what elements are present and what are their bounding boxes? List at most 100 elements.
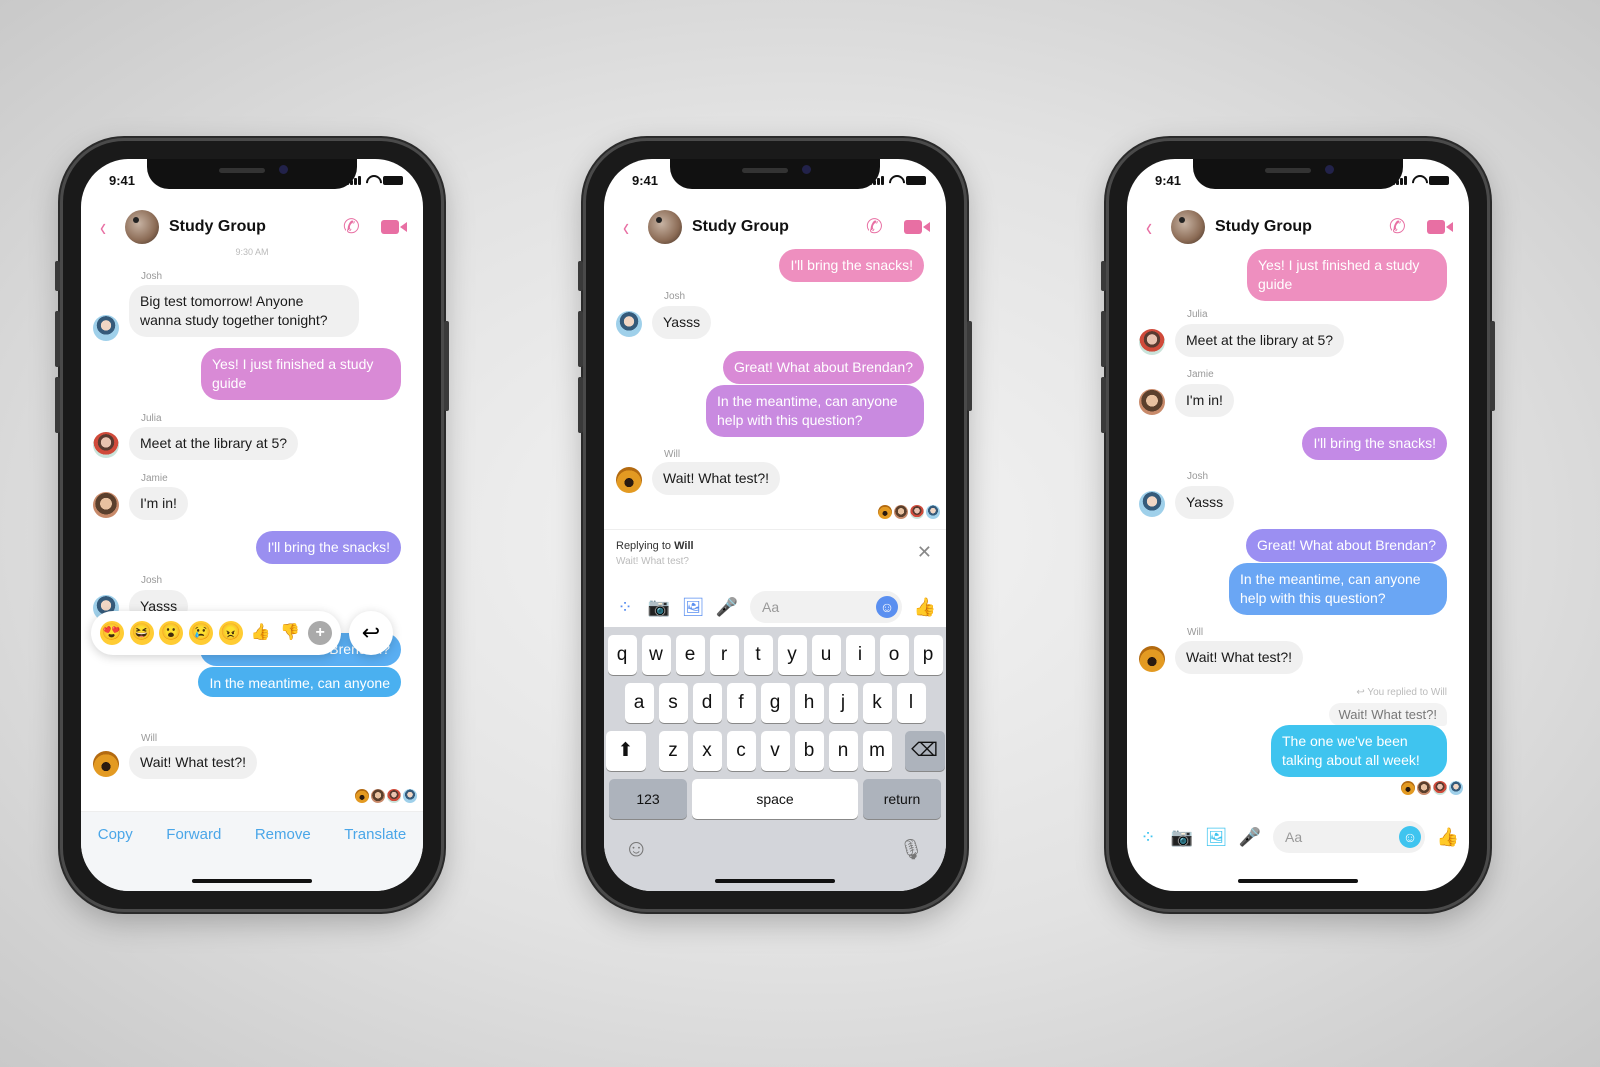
return-key[interactable]: return bbox=[863, 779, 941, 819]
key-r[interactable]: r bbox=[709, 635, 739, 675]
message-bubble[interactable]: Great! What about Brendan? bbox=[723, 351, 924, 384]
key-t[interactable]: t bbox=[743, 635, 773, 675]
chat-title[interactable]: Study Group bbox=[169, 218, 343, 236]
avatar-jamie[interactable] bbox=[93, 492, 119, 518]
avatar-josh[interactable] bbox=[93, 315, 119, 341]
key-f[interactable]: f bbox=[726, 683, 756, 723]
message-bubble[interactable]: I'll bring the snacks! bbox=[256, 531, 401, 564]
key-x[interactable]: x bbox=[692, 731, 722, 771]
group-avatar[interactable] bbox=[1171, 210, 1205, 244]
mic-icon[interactable]: 🎤 bbox=[716, 597, 738, 617]
key-e[interactable]: e bbox=[675, 635, 705, 675]
key-v[interactable]: v bbox=[760, 731, 790, 771]
reply-bubble[interactable]: The one we've been talking about all wee… bbox=[1271, 725, 1447, 777]
phone-call-icon[interactable]: ✆ bbox=[343, 216, 365, 238]
key-g[interactable]: g bbox=[760, 683, 790, 723]
message-bubble[interactable]: I'll bring the snacks! bbox=[779, 249, 924, 282]
key-h[interactable]: h bbox=[794, 683, 824, 723]
thumbs-up-icon[interactable]: 👍 bbox=[1437, 827, 1459, 847]
home-indicator[interactable] bbox=[715, 879, 835, 883]
laugh-reaction[interactable]: 😆 bbox=[129, 621, 154, 645]
apps-icon[interactable]: ⁘ bbox=[1137, 827, 1159, 847]
shift-key[interactable]: ⬆ bbox=[605, 731, 646, 771]
video-call-icon[interactable] bbox=[904, 220, 930, 234]
close-icon[interactable]: ✕ bbox=[917, 542, 932, 563]
message-bubble[interactable]: Yes! I just finished a study guide bbox=[201, 348, 401, 400]
avatar-will[interactable] bbox=[616, 467, 642, 493]
message-bubble[interactable]: Yes! I just finished a study guide bbox=[1247, 249, 1447, 301]
chat-title[interactable]: Study Group bbox=[1215, 218, 1389, 236]
message-bubble[interactable]: Meet at the library at 5? bbox=[129, 427, 299, 460]
key-w[interactable]: w bbox=[641, 635, 671, 675]
message-bubble[interactable]: Meet at the library at 5? bbox=[1175, 324, 1345, 357]
message-bubble[interactable]: I'm in! bbox=[129, 487, 188, 520]
group-avatar[interactable] bbox=[648, 210, 682, 244]
phone-call-icon[interactable]: ✆ bbox=[866, 216, 888, 238]
message-bubble[interactable]: Yasss bbox=[1175, 486, 1235, 519]
avatar-will[interactable] bbox=[93, 751, 119, 777]
message-bubble[interactable]: Great! What about Brendan? bbox=[1246, 529, 1447, 562]
message-bubble[interactable]: Big test tomorrow! Anyone wanna study to… bbox=[129, 285, 359, 337]
message-bubble[interactable]: Yasss bbox=[652, 306, 712, 339]
key-i[interactable]: i bbox=[845, 635, 875, 675]
message-bubble[interactable]: In the meantime, can anyone bbox=[198, 667, 401, 697]
back-button[interactable]: ‹ bbox=[100, 212, 114, 243]
key-m[interactable]: m bbox=[862, 731, 892, 771]
key-b[interactable]: b bbox=[794, 731, 824, 771]
avatar-josh[interactable] bbox=[1139, 491, 1165, 517]
more-reactions-button[interactable]: + bbox=[308, 621, 333, 645]
message-bubble[interactable]: In the meantime, can anyone help with th… bbox=[706, 385, 924, 437]
avatar-will[interactable] bbox=[1139, 646, 1165, 672]
home-indicator[interactable] bbox=[192, 879, 312, 883]
home-indicator[interactable] bbox=[1238, 879, 1358, 883]
phone-call-icon[interactable]: ✆ bbox=[1389, 216, 1411, 238]
key-l[interactable]: l bbox=[896, 683, 926, 723]
camera-icon[interactable]: 📷 bbox=[1171, 827, 1193, 847]
video-call-icon[interactable] bbox=[1427, 220, 1453, 234]
key-q[interactable]: q bbox=[607, 635, 637, 675]
numbers-key[interactable]: 123 bbox=[609, 779, 687, 819]
key-a[interactable]: a bbox=[624, 683, 654, 723]
dictation-icon[interactable]: 🎙 bbox=[899, 837, 924, 862]
key-p[interactable]: p bbox=[913, 635, 943, 675]
copy-button[interactable]: Copy bbox=[98, 826, 133, 891]
key-u[interactable]: u bbox=[811, 635, 841, 675]
mic-icon[interactable]: 🎤 bbox=[1239, 827, 1261, 847]
message-bubble[interactable]: I'm in! bbox=[1175, 384, 1234, 417]
cry-reaction[interactable]: 😢 bbox=[189, 621, 214, 645]
angry-reaction[interactable]: 😠 bbox=[218, 621, 243, 645]
group-avatar[interactable] bbox=[125, 210, 159, 244]
key-s[interactable]: s bbox=[658, 683, 688, 723]
key-j[interactable]: j bbox=[828, 683, 858, 723]
emoji-keyboard-icon[interactable]: ☺ bbox=[624, 835, 649, 863]
camera-icon[interactable]: 📷 bbox=[648, 597, 670, 617]
chat-title[interactable]: Study Group bbox=[692, 218, 866, 236]
space-key[interactable]: space bbox=[692, 779, 858, 819]
avatar-josh[interactable] bbox=[616, 311, 642, 337]
video-call-icon[interactable] bbox=[381, 220, 407, 234]
back-button[interactable]: ‹ bbox=[1146, 212, 1160, 243]
key-c[interactable]: c bbox=[726, 731, 756, 771]
thumbs-up-reaction[interactable]: 👍 bbox=[249, 621, 273, 645]
avatar-jamie[interactable] bbox=[1139, 389, 1165, 415]
message-input[interactable]: Aa ☺ bbox=[1273, 821, 1425, 853]
key-n[interactable]: n bbox=[828, 731, 858, 771]
delete-key[interactable]: ⌫ bbox=[904, 731, 945, 771]
gallery-icon[interactable]: 🖼 bbox=[682, 597, 705, 617]
message-bubble[interactable]: Wait! What test?! bbox=[129, 746, 258, 779]
apps-icon[interactable]: ⁘ bbox=[614, 597, 636, 617]
thumbs-up-icon[interactable]: 👍 bbox=[914, 597, 936, 617]
key-z[interactable]: z bbox=[658, 731, 688, 771]
message-input[interactable]: Aa ☺ bbox=[750, 591, 902, 623]
emoji-icon[interactable]: ☺ bbox=[876, 596, 898, 618]
message-bubble[interactable]: Wait! What test?! bbox=[652, 462, 781, 495]
gallery-icon[interactable]: 🖼 bbox=[1205, 827, 1228, 847]
key-o[interactable]: o bbox=[879, 635, 909, 675]
back-button[interactable]: ‹ bbox=[623, 212, 637, 243]
quoted-message[interactable]: Wait! What test?! bbox=[1328, 703, 1447, 726]
message-bubble[interactable]: In the meantime, can anyone help with th… bbox=[1229, 563, 1447, 615]
reply-button[interactable]: ↩ bbox=[349, 611, 393, 655]
message-bubble[interactable]: Wait! What test?! bbox=[1175, 641, 1304, 674]
key-d[interactable]: d bbox=[692, 683, 722, 723]
key-k[interactable]: k bbox=[862, 683, 892, 723]
